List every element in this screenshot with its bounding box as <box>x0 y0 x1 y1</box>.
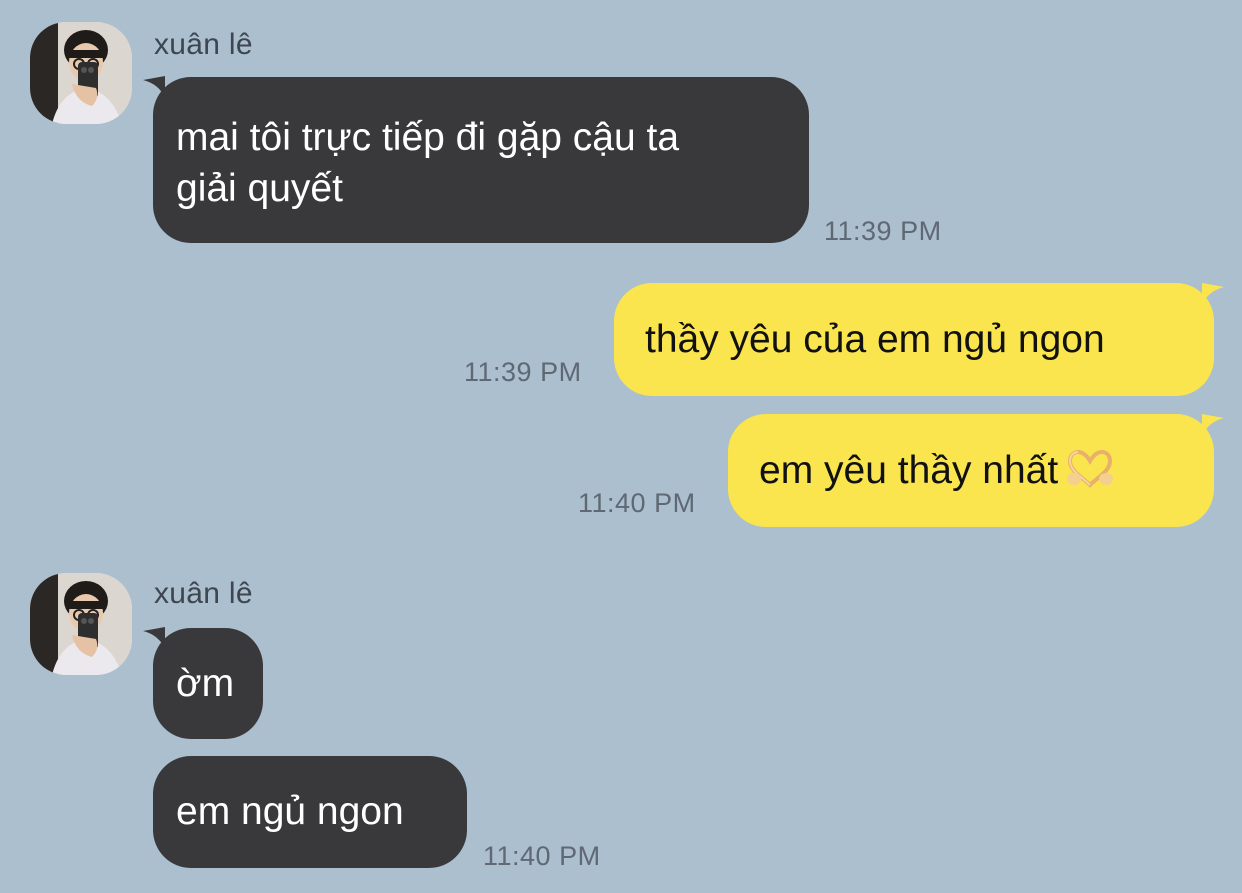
message-timestamp: 11:40 PM <box>483 841 601 871</box>
message-text: thầy yêu của em ngủ ngon <box>645 318 1105 361</box>
message-bubble-incoming[interactable]: mai tôi trực tiếp đi gặp cậu ta giải quy… <box>153 77 809 243</box>
avatar[interactable] <box>30 22 132 124</box>
message-bubble-outgoing[interactable]: em yêu thầy nhất <box>728 414 1214 527</box>
sender-name: xuân lê <box>154 28 253 61</box>
message-timestamp: 11:40 PM <box>578 488 696 518</box>
message-bubble-incoming[interactable]: em ngủ ngon <box>153 756 467 868</box>
message-text: em yêu thầy nhất <box>759 449 1059 492</box>
bubble-tail <box>1202 283 1224 305</box>
message-timestamp: 11:39 PM <box>464 357 582 387</box>
sender-name: xuân lê <box>154 577 253 610</box>
message-text-line: mai tôi trực tiếp đi gặp cậu ta <box>176 116 680 159</box>
heart-hands-emoji-icon <box>1064 449 1116 489</box>
message-timestamp: 11:39 PM <box>824 216 942 246</box>
bubble-tail <box>1202 414 1224 436</box>
message-bubble-incoming[interactable]: ờm <box>153 628 263 739</box>
message-text-line: giải quyết <box>176 167 343 210</box>
message-bubble-outgoing[interactable]: thầy yêu của em ngủ ngon <box>614 283 1214 396</box>
avatar[interactable] <box>30 573 132 675</box>
message-text: em ngủ ngon <box>176 790 404 833</box>
message-text: ờm <box>176 662 235 705</box>
